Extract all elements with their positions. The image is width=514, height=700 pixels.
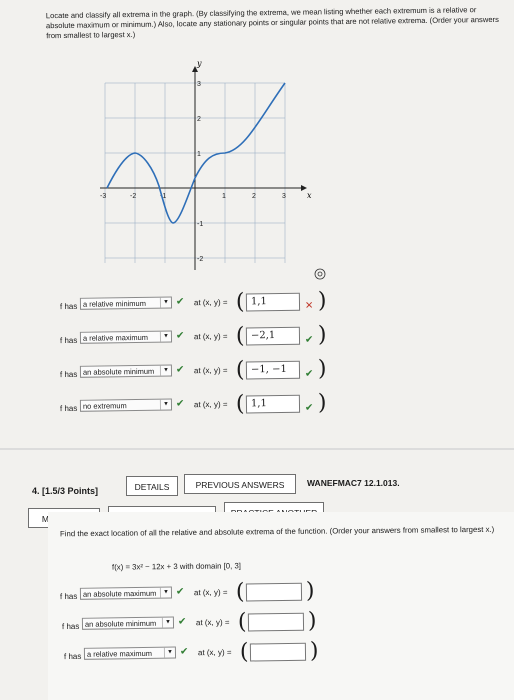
x-tick: -2 [130, 193, 136, 200]
extremum-type-select[interactable]: no extremum ▾ [79, 398, 173, 412]
right-paren: ) [305, 578, 315, 604]
section-divider [0, 448, 514, 450]
coordinate-input[interactable] [247, 612, 305, 632]
question-number: 4. [1.5/3 Points] [32, 486, 99, 496]
coordinate-input[interactable]: −1, −1 [245, 360, 301, 380]
at-label: at (x, y) = [193, 365, 228, 376]
q3-instructions: Locate and classify all extrema in the g… [45, 5, 499, 41]
function-graph: y x -3 -2 -1 1 2 3 3 2 1 -1 -2 [100, 59, 312, 270]
at-label: at (x, y) = [195, 617, 230, 628]
answer-row: f has no extremum ▾ ✔ at (x, y) = ( 1,1 ✔… [59, 390, 360, 420]
at-label: at (x, y) = [193, 587, 228, 598]
right-paren: ) [309, 638, 319, 664]
x-tick: 3 [282, 193, 286, 200]
left-paren: ( [237, 609, 247, 635]
answer-row: f has an absolute minimum ▾ ✔ at (x, y) =… [61, 608, 362, 638]
left-paren: ( [235, 391, 245, 417]
at-label: at (x, y) = [193, 297, 228, 308]
chevron-down-icon: ▾ [159, 587, 172, 598]
coordinate-input[interactable]: 1,1 [245, 292, 301, 312]
details-button[interactable]: DETAILS [126, 476, 178, 496]
extremum-type-select[interactable]: a relative maximum ▾ [79, 330, 173, 344]
row-prefix: f has [61, 621, 80, 632]
check-icon: ✔ [175, 330, 185, 342]
coordinate-input[interactable] [245, 582, 303, 602]
check-icon: ✔ [175, 364, 185, 376]
row-prefix: f has [59, 403, 78, 414]
coordinate-input[interactable]: −2,1 [245, 326, 301, 346]
x-tick: 2 [252, 193, 256, 200]
left-paren: ( [235, 289, 245, 315]
y-axis-label: y [196, 59, 202, 68]
left-paren: ( [235, 579, 245, 605]
previous-answers-button[interactable]: PREVIOUS ANSWERS [184, 474, 296, 494]
extremum-type-select[interactable]: an absolute minimum ▾ [79, 364, 173, 378]
left-paren: ( [235, 323, 245, 349]
answer-row: f has an absolute maximum ▾ ✔ at (x, y) =… [59, 578, 360, 608]
row-prefix: f has [59, 591, 78, 602]
extremum-type-select[interactable]: an absolute maximum ▾ [79, 586, 173, 600]
right-paren: ) [317, 390, 327, 416]
chevron-down-icon: ▾ [161, 617, 174, 628]
row-prefix: f has [63, 651, 82, 662]
correct-icon: ✔ [304, 368, 314, 380]
problem-code: WANEFMAC7 12.1.013. [307, 478, 400, 488]
check-icon: ✔ [179, 646, 189, 658]
chevron-down-icon: ▾ [159, 331, 172, 342]
chevron-down-icon: ▾ [159, 365, 172, 376]
correct-icon: ✔ [304, 334, 314, 346]
at-label: at (x, y) = [193, 331, 228, 342]
answer-row: f has a relative maximum ▾ ✔ at (x, y) = … [63, 638, 364, 668]
row-prefix: f has [59, 301, 78, 312]
y-tick: 2 [197, 116, 201, 123]
left-paren: ( [235, 357, 245, 383]
y-tick: 3 [197, 81, 201, 88]
check-icon: ✔ [175, 296, 185, 308]
answer-row: f has an absolute minimum ▾ ✔ at (x, y) =… [59, 356, 360, 386]
incorrect-icon: ✕ [304, 300, 314, 312]
row-prefix: f has [59, 335, 78, 346]
function-definition: f(x) = 3x² − 12x + 3 with domain [0, 3] [111, 561, 241, 572]
chevron-down-icon: ▾ [159, 297, 172, 308]
info-icon[interactable] [314, 268, 326, 280]
at-label: at (x, y) = [197, 647, 232, 658]
chevron-down-icon: ▾ [163, 647, 176, 658]
y-tick: -1 [197, 221, 203, 228]
right-paren: ) [317, 322, 327, 348]
x-tick: 1 [222, 193, 226, 200]
extremum-type-select[interactable]: an absolute minimum ▾ [81, 616, 175, 630]
extremum-type-select[interactable]: a relative maximum ▾ [83, 646, 177, 660]
coordinate-input[interactable] [249, 642, 307, 662]
y-tick: 1 [197, 151, 201, 158]
check-icon: ✔ [175, 398, 185, 410]
right-paren: ) [317, 288, 327, 314]
extremum-type-select[interactable]: a relative minimum ▾ [79, 296, 173, 310]
check-icon: ✔ [175, 586, 185, 598]
answer-row: f has a relative maximum ▾ ✔ at (x, y) = … [59, 322, 360, 352]
chevron-down-icon: ▾ [159, 399, 172, 410]
right-paren: ) [307, 608, 317, 634]
row-prefix: f has [59, 369, 78, 380]
at-label: at (x, y) = [193, 399, 228, 410]
x-tick: -3 [100, 193, 106, 200]
coordinate-input[interactable]: 1,1 [245, 394, 301, 414]
left-paren: ( [239, 639, 249, 665]
y-tick: -2 [197, 256, 203, 263]
answer-row: f has a relative minimum ▾ ✔ at (x, y) = … [59, 288, 360, 318]
right-paren: ) [317, 356, 327, 382]
x-axis-label: x [307, 191, 312, 200]
check-icon: ✔ [177, 616, 187, 628]
correct-icon: ✔ [304, 402, 314, 414]
